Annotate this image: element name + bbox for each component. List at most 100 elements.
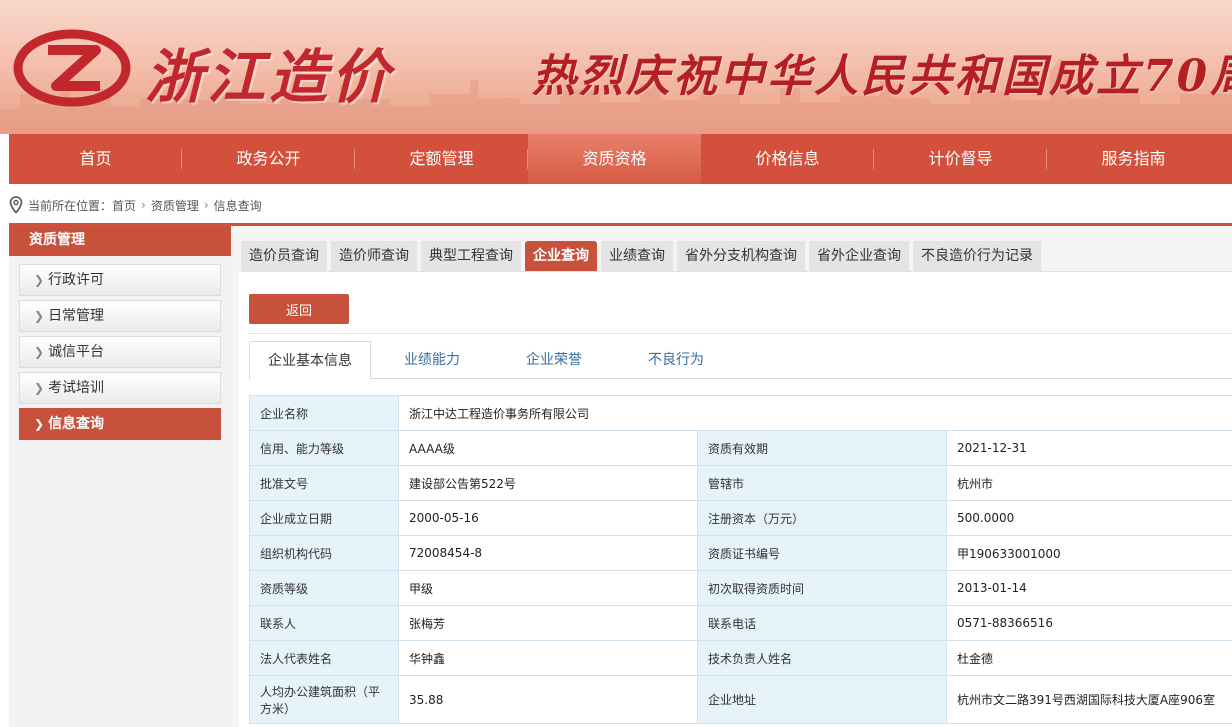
tab-enterprise-query[interactable]: 企业查询 [525, 241, 597, 271]
breadcrumb: 当前所在位置： 首页 › 资质管理 › 信息查询 [9, 193, 262, 217]
field-value: AAAA级 [398, 430, 698, 466]
field-label: 组织机构代码 [249, 535, 399, 571]
field-label: 法人代表姓名 [249, 640, 399, 676]
tab-misconduct-records[interactable]: 不良造价行为记录 [913, 241, 1041, 271]
tab-cost-engineer-query[interactable]: 造价师查询 [331, 241, 417, 271]
breadcrumb-home[interactable]: 首页 [112, 197, 136, 214]
tab-performance-query[interactable]: 业绩查询 [601, 241, 673, 271]
sidebar-item-label: 诚信平台 [48, 344, 105, 360]
field-value: 500.0000 [945, 500, 1232, 536]
field-value: 0571-88366516 [945, 605, 1232, 641]
sidebar-item-label: 考试培训 [48, 380, 105, 396]
divider [249, 333, 1232, 334]
field-label: 联系电话 [697, 605, 947, 641]
main-nav: 首页 政务公开 定额管理 资质资格 价格信息 计价督导 服务指南 [9, 134, 1232, 184]
sidebar-item-credit-platform[interactable]: ❯ 诚信平台 [19, 336, 221, 368]
chevron-right-icon: ❯ [34, 273, 45, 287]
field-value: 杭州市 [945, 465, 1232, 501]
field-value: 35.88 [398, 675, 698, 724]
location-pin-icon [9, 196, 23, 214]
sidebar-item-exam-training[interactable]: ❯ 考试培训 [19, 372, 221, 404]
table-row: 资质等级 甲级 初次取得资质时间 2013-01-14 [249, 570, 1232, 606]
tab-out-of-province-enterprise-query[interactable]: 省外企业查询 [809, 241, 909, 271]
sidebar: 资质管理 ❯ 行政许可 ❯ 日常管理 ❯ 诚信平台 ❯ 考试培训 ❯ 信息查询 [9, 226, 231, 727]
field-label: 联系人 [249, 605, 399, 641]
sidebar-item-admin-license[interactable]: ❯ 行政许可 [19, 264, 221, 296]
breadcrumb-qualification[interactable]: 资质管理 [151, 197, 199, 214]
sidebar-item-label: 日常管理 [48, 308, 105, 324]
nav-price-info[interactable]: 价格信息 [701, 134, 874, 184]
sidebar-item-label: 行政许可 [48, 272, 105, 288]
nav-qualification[interactable]: 资质资格 [528, 134, 701, 184]
breadcrumb-info-query: 信息查询 [213, 198, 262, 213]
table-row: 法人代表姓名 华钟鑫 技术负责人姓名 杜金德 [249, 640, 1232, 676]
chevron-right-icon: ❯ [34, 309, 45, 323]
field-value: 72008454-8 [398, 535, 698, 571]
tab-typical-project-query[interactable]: 典型工程查询 [421, 241, 521, 271]
tab-cost-clerk-query[interactable]: 造价员查询 [241, 241, 327, 271]
table-row: 组织机构代码 72008454-8 资质证书编号 甲190633001000 [249, 535, 1232, 571]
nav-home[interactable]: 首页 [9, 134, 182, 184]
field-value: 华钟鑫 [398, 640, 698, 676]
sidebar-menu: ❯ 行政许可 ❯ 日常管理 ❯ 诚信平台 ❯ 考试培训 ❯ 信息查询 [19, 264, 221, 444]
zhejiang-cost-logo [13, 29, 131, 107]
chevron-right-icon: ❯ [34, 417, 45, 431]
tab-misconduct[interactable]: 不良行为 [615, 341, 737, 379]
sidebar-title: 资质管理 [9, 226, 231, 256]
table-row: 信用、能力等级 AAAA级 资质有效期 2021-12-31 [249, 430, 1232, 466]
field-value: 建设部公告第522号 [398, 465, 698, 501]
breadcrumb-prefix: 当前所在位置： [28, 198, 113, 213]
field-label: 企业地址 [697, 675, 947, 724]
field-label: 信用、能力等级 [249, 430, 399, 466]
field-label: 技术负责人姓名 [697, 640, 947, 676]
field-value: 杜金德 [945, 640, 1232, 676]
field-value: 甲级 [398, 570, 698, 606]
field-value: 2021-12-31 [945, 430, 1232, 466]
tab-out-of-province-branch-query[interactable]: 省外分支机构查询 [677, 241, 805, 271]
chevron-right-icon: ❯ [34, 381, 45, 395]
nav-government-affairs[interactable]: 政务公开 [182, 134, 355, 184]
company-name-value: 浙江中达工程造价事务所有限公司 [397, 395, 1232, 431]
main-content: 造价员查询 造价师查询 典型工程查询 企业查询 业绩查询 省外分支机构查询 省外… [231, 226, 1232, 727]
enterprise-detail-panel: 返回 企业基本信息 业绩能力 企业荣誉 不良行为 企业名称 浙江中达工程造价事务… [239, 271, 1232, 727]
enterprise-info-table: 企业名称 浙江中达工程造价事务所有限公司 信用、能力等级 AAAA级 资质有效期… [249, 395, 1232, 724]
table-row: 企业成立日期 2000-05-16 注册资本（万元） 500.0000 [249, 500, 1232, 536]
nav-pricing-supervision[interactable]: 计价督导 [874, 134, 1047, 184]
field-value: 杭州市文二路391号西湖国际科技大厦A座906室 [945, 675, 1232, 724]
table-row: 人均办公建筑面积（平方米） 35.88 企业地址 杭州市文二路391号西湖国际科… [249, 675, 1232, 724]
field-value: 2000-05-16 [398, 500, 698, 536]
field-label: 初次取得资质时间 [697, 570, 947, 606]
sidebar-item-daily-management[interactable]: ❯ 日常管理 [19, 300, 221, 332]
field-label: 资质证书编号 [697, 535, 947, 571]
sidebar-item-label: 信息查询 [48, 416, 105, 432]
table-row: 联系人 张梅芳 联系电话 0571-88366516 [249, 605, 1232, 641]
tab-performance-capability[interactable]: 业绩能力 [371, 341, 493, 379]
field-value: 张梅芳 [398, 605, 698, 641]
banner-slogan: 热烈庆祝中华人民共和国成立70周年 [532, 51, 1232, 102]
field-label: 批准文号 [249, 465, 399, 501]
sidebar-item-info-query[interactable]: ❯ 信息查询 [19, 408, 221, 440]
table-row: 企业名称 浙江中达工程造价事务所有限公司 [249, 395, 1232, 431]
table-row: 批准文号 建设部公告第522号 管辖市 杭州市 [249, 465, 1232, 501]
site-banner: 浙江造价 热烈庆祝中华人民共和国成立70周年 [0, 0, 1232, 134]
tab-enterprise-honors[interactable]: 企业荣誉 [493, 341, 615, 379]
breadcrumb-separator-icon: › [203, 198, 209, 212]
tab-basic-info[interactable]: 企业基本信息 [249, 341, 371, 380]
field-label: 资质等级 [249, 570, 399, 606]
chevron-right-icon: ❯ [34, 345, 45, 359]
nav-quota-management[interactable]: 定额管理 [355, 134, 528, 184]
breadcrumb-separator-icon: › [141, 198, 146, 212]
site-name: 浙江造价 [145, 43, 394, 111]
field-label: 企业成立日期 [249, 500, 399, 536]
nav-service-guide[interactable]: 服务指南 [1047, 134, 1220, 184]
field-label: 管辖市 [697, 465, 947, 501]
field-label: 人均办公建筑面积（平方米） [249, 675, 399, 724]
field-label: 资质有效期 [697, 430, 947, 466]
field-label: 注册资本（万元） [697, 500, 947, 536]
field-value: 2013-01-14 [945, 570, 1232, 606]
field-value: 甲190633001000 [945, 535, 1232, 571]
enterprise-info-tabs: 企业基本信息 业绩能力 企业荣誉 不良行为 [249, 341, 1232, 380]
query-tabs: 造价员查询 造价师查询 典型工程查询 企业查询 业绩查询 省外分支机构查询 省外… [241, 241, 1045, 271]
back-button[interactable]: 返回 [249, 294, 349, 324]
field-label: 企业名称 [249, 395, 399, 431]
